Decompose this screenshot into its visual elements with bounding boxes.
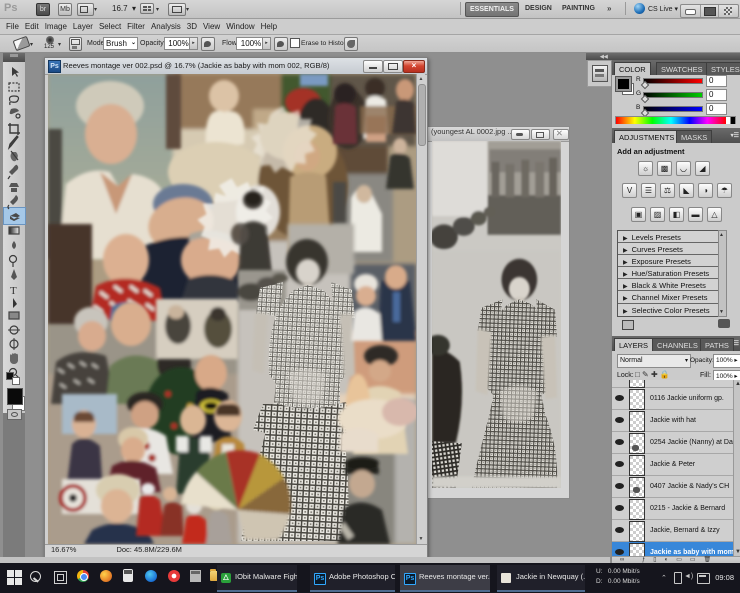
svg-text:T: T [10,285,17,297]
